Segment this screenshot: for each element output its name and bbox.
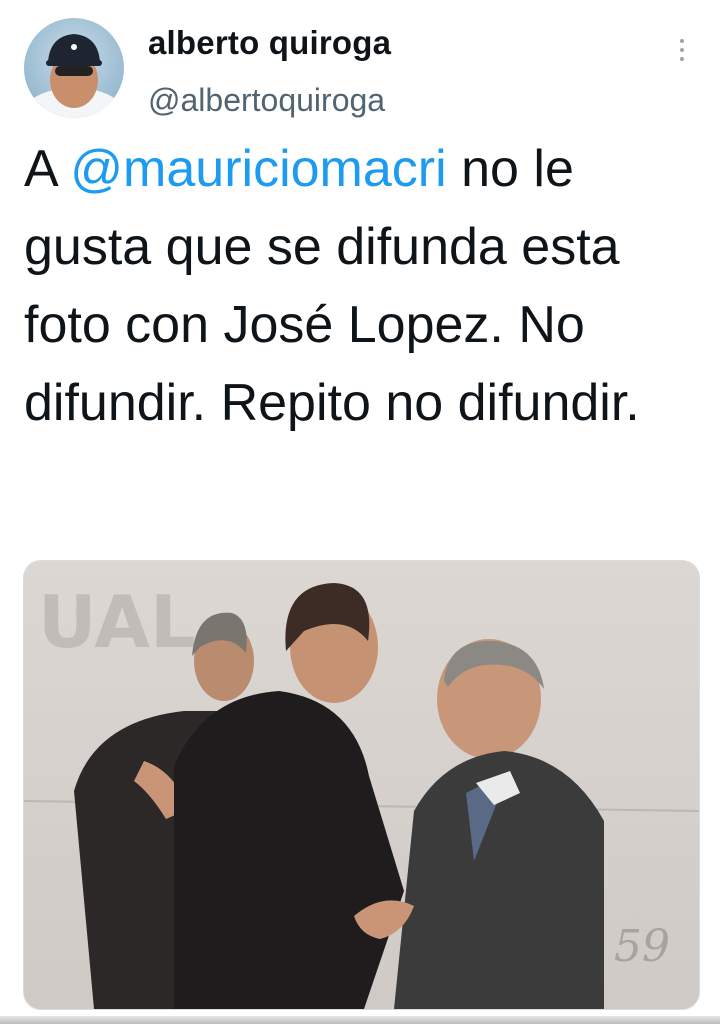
mention-link[interactable]: @mauriciomacri [70,140,446,198]
tweet-card: alberto quiroga @albertoquiroga A @mauri… [0,0,720,1024]
display-name[interactable]: alberto quiroga [148,24,391,62]
photo-image: UAL 59 [24,561,699,1009]
tweet-text: A @mauriciomacri no le gusta que se difu… [24,130,694,442]
user-handle[interactable]: @albertoquiroga [148,82,385,119]
bottom-divider [0,1016,720,1024]
avatar[interactable] [24,18,124,118]
tweet-text-prefix: A [24,140,71,198]
more-options-icon[interactable] [668,30,696,70]
tweet-photo[interactable]: UAL 59 [23,560,700,1010]
photo-background-text: UAL [38,580,196,664]
photo-corner-mark: 59 [614,921,670,972]
avatar-image [26,34,122,118]
